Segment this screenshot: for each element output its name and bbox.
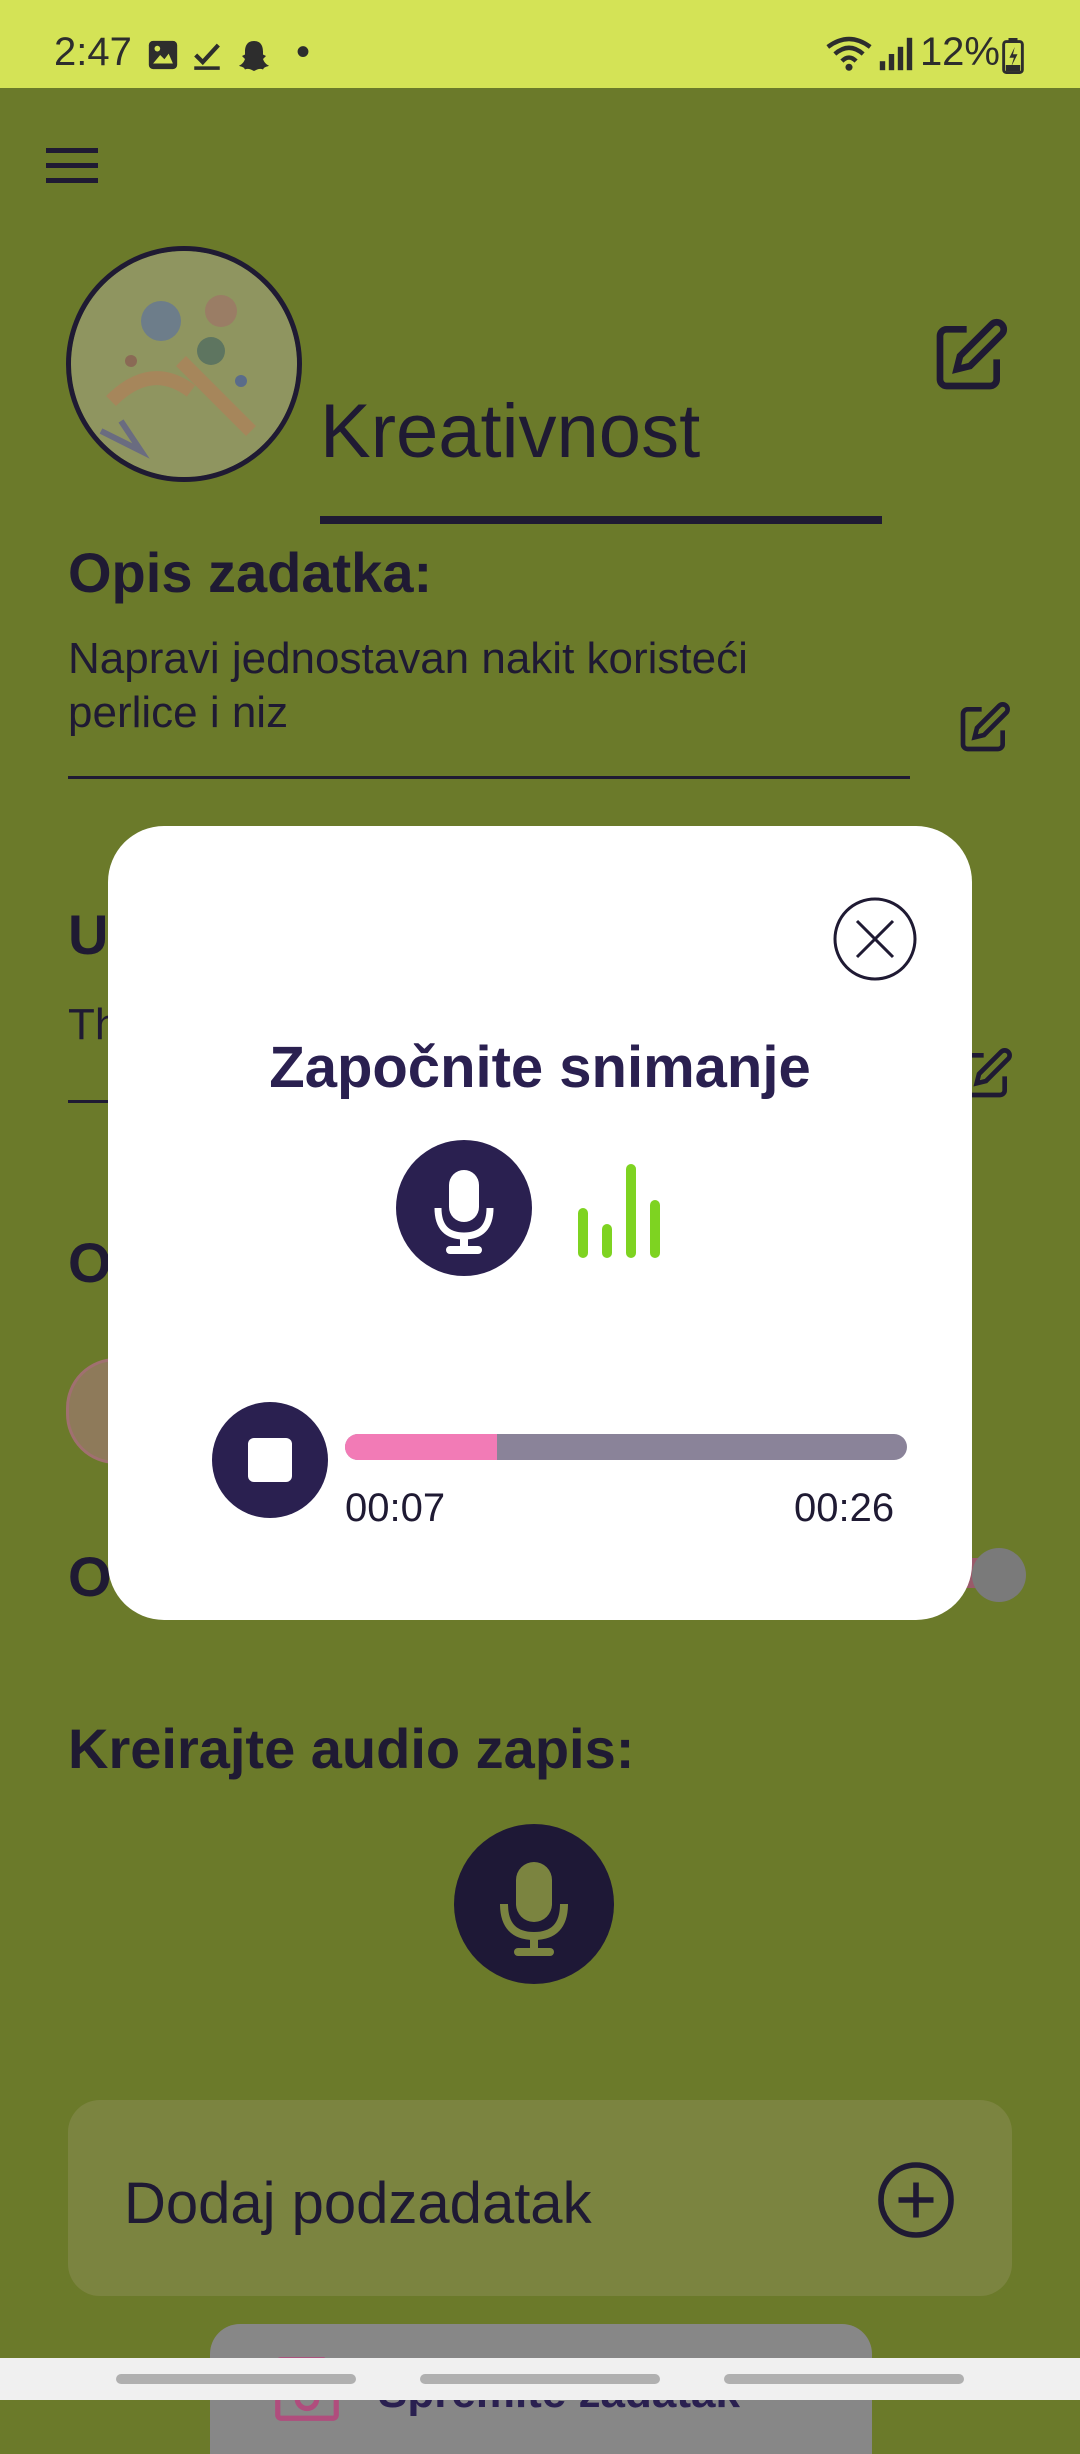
stop-recording-button[interactable] (212, 1402, 328, 1518)
nav-recents[interactable] (724, 2374, 964, 2384)
plus-circle-icon (878, 2162, 954, 2238)
dialog-title: Započnite snimanje (269, 1035, 811, 1100)
nav-back[interactable] (116, 2374, 356, 2384)
gallery-icon (148, 40, 178, 70)
description-text[interactable]: Napravi jednostavan nakit koristeći perl… (68, 632, 848, 740)
edit-description-icon[interactable] (956, 700, 1012, 756)
hamburger-menu-icon[interactable] (44, 144, 100, 188)
close-icon[interactable] (832, 896, 918, 982)
toggle-thumb[interactable] (972, 1548, 1026, 1602)
recording-dialog: Započnite snimanje 00:07 00:26 (108, 826, 972, 1620)
add-subtask-button[interactable]: Dodaj podzadatak (68, 2100, 1012, 2296)
microphone-icon (500, 1862, 568, 1956)
add-subtask-label: Dodaj podzadatak (124, 2171, 592, 2236)
task-title-input[interactable]: Kreativnost (320, 388, 700, 475)
recording-mic-button[interactable] (396, 1140, 532, 1276)
notification-dot: • (296, 30, 311, 74)
battery-charging-icon (1002, 38, 1024, 74)
nav-home[interactable] (420, 2374, 660, 2384)
total-time: 00:26 (794, 1486, 895, 1530)
microphone-icon (434, 1170, 494, 1254)
partial-section-label-1: U (68, 903, 109, 966)
beads-craft-illustration (71, 251, 297, 477)
partial-section-label-2: O (68, 1231, 112, 1294)
title-underline (320, 516, 882, 524)
battery-percent: 12% (919, 30, 1000, 74)
description-label: Opis zadatka: (68, 541, 433, 604)
system-navigation-bar (0, 2358, 1080, 2400)
wifi-icon (826, 36, 872, 71)
audio-wave-icon (578, 1164, 660, 1258)
record-audio-button[interactable] (454, 1824, 614, 1984)
recording-progress-bar[interactable] (345, 1434, 907, 1460)
task-avatar[interactable] (66, 246, 302, 482)
partial-section-label-3: O (68, 1545, 112, 1608)
snapchat-icon (239, 41, 269, 71)
task-check-icon (194, 43, 220, 70)
audio-label: Kreirajte audio zapis: (68, 1717, 635, 1780)
recording-progress-fill (345, 1434, 497, 1460)
edit-title-icon[interactable] (930, 316, 1010, 396)
status-time: 2:47 (54, 30, 132, 74)
signal-icon (879, 37, 913, 71)
status-bar: 2:47 • 12% (0, 0, 1080, 88)
elapsed-time: 00:07 (345, 1486, 446, 1530)
description-underline (68, 776, 910, 779)
stop-icon (248, 1438, 292, 1482)
